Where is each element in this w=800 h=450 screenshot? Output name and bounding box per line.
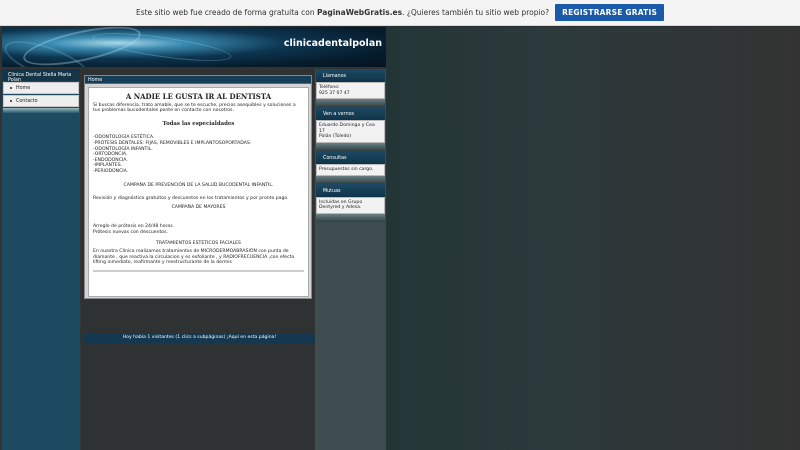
widget-title: Consultas — [316, 150, 385, 164]
bullet-icon — [10, 87, 12, 89]
widget-body: Eduardo Domingo y Cea 17 Polán (Toledo) — [316, 120, 385, 143]
sidebar-item-home[interactable]: Home — [3, 82, 79, 94]
promo-prefix: Este sitio web fue creado de forma gratu… — [135, 8, 318, 17]
widget-title: Mutuas — [316, 183, 385, 197]
content-panel: Home A NADIE LE GUSTA IR AL DENTISTA Si … — [84, 75, 312, 299]
site-container: clinicadentalpolan Clinica Dental Stella… — [0, 27, 386, 450]
widget-body: Incluidas en Grupo Dentyred y Adesa. — [316, 196, 385, 214]
promo-bar: Este sitio web fue creado de forma gratu… — [0, 0, 800, 26]
widget-body: Presupuestos sin cargo. — [316, 163, 385, 176]
widget-footer — [316, 175, 385, 184]
promo-brand[interactable]: PaginaWebGratis.es — [317, 8, 402, 17]
widget-title: Ven a vernos — [316, 107, 385, 121]
right-sidebar: Llamanos Teléfono: 925 37 07 47 Ven a ve… — [315, 69, 386, 450]
bullet-icon — [10, 100, 12, 102]
widget-footer — [316, 213, 385, 222]
widget-mutuas: Mutuas Incluidas en Grupo Dentyred y Ade… — [316, 183, 385, 222]
banner-swirl — [91, 27, 233, 67]
header-banner: clinicadentalpolan — [2, 27, 386, 67]
campaign-title: CAMPAÑA DE PREVENCIÓN DE LA SALUD BUCODE… — [123, 182, 274, 188]
sidebar-item-contacto[interactable]: Contacto — [3, 95, 79, 107]
widget-footer — [316, 142, 385, 151]
sidebar-divider — [3, 108, 79, 113]
promo-suffix: . ¿Quieres también tu sitio web propio? — [402, 8, 550, 17]
left-sidebar: Clinica Dental Stella Maria Polan Home C… — [2, 69, 80, 450]
content-body: A NADIE LE GUSTA IR AL DENTISTA Si busca… — [88, 87, 309, 297]
main-column: Home A NADIE LE GUSTA IR AL DENTISTA Si … — [81, 69, 315, 450]
intro-text: Si buscas diferencia, trato amable, que … — [93, 102, 296, 114]
widget-llamanos: Llamanos Teléfono: 925 37 07 47 — [316, 69, 385, 108]
sidebar-item-label: Home — [16, 85, 31, 91]
campaign-text: Revisión y diagnóstico gratuitos y descu… — [93, 196, 289, 202]
widget-ven-a-vernos: Ven a vernos Eduardo Domingo y Cea 17 Po… — [316, 107, 385, 151]
site-title[interactable]: clinicadentalpolan — [284, 38, 382, 49]
sidebar-item-label: Contacto — [16, 98, 38, 104]
sidebar-site-name: Clinica Dental Stella Maria Polan — [2, 69, 80, 83]
register-button[interactable]: REGISTRARSE GRATIS — [555, 4, 665, 21]
widget-footer — [316, 99, 385, 108]
widget-consultas: Consultas Presupuestos sin cargo. — [316, 150, 385, 184]
breadcrumb: Home — [85, 76, 311, 84]
visitor-counter: Hoy había 1 visitantes (1 clics a subpág… — [84, 333, 315, 343]
promo-message: Este sitio web fue creado de forma gratu… — [136, 8, 549, 17]
campaign-text: En nuestra Clínica realizamos tratamient… — [93, 249, 295, 266]
background-area — [386, 27, 800, 450]
widget-body: Teléfono: 925 37 07 47 — [316, 82, 385, 100]
widget-title: Llamanos — [316, 69, 385, 82]
page-heading: A NADIE LE GUSTA IR AL DENTISTA — [125, 92, 272, 101]
content-divider — [93, 269, 304, 272]
